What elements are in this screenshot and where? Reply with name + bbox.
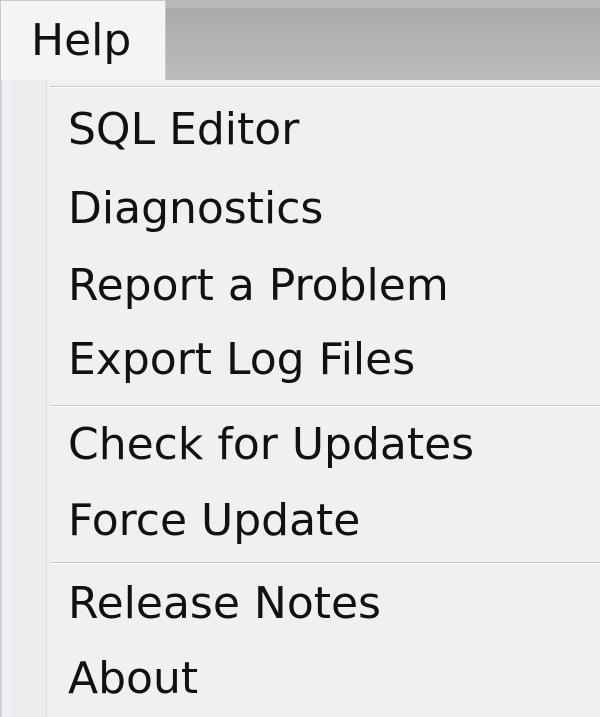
menu-bar: Help <box>0 0 600 80</box>
menu-separator <box>50 405 600 407</box>
menu-item-force-update[interactable]: Force Update <box>68 489 360 553</box>
menu-item-sql-editor[interactable]: SQL Editor <box>68 98 299 162</box>
menu-icon-gutter <box>12 80 47 717</box>
menu-separator <box>50 562 600 564</box>
menu-item-export-log-files[interactable]: Export Log Files <box>68 328 415 392</box>
menu-item-diagnostics[interactable]: Diagnostics <box>68 177 323 241</box>
menu-item-report-a-problem[interactable]: Report a Problem <box>68 254 449 318</box>
menu-item-release-notes[interactable]: Release Notes <box>68 572 381 636</box>
menu-help[interactable]: Help <box>0 0 166 80</box>
window: Help SQL Editor Diagnostics Report a Pro… <box>0 0 600 717</box>
menu-separator <box>50 86 600 88</box>
help-dropdown-menu: SQL Editor Diagnostics Report a Problem … <box>0 80 600 717</box>
menu-item-check-for-updates[interactable]: Check for Updates <box>68 413 474 477</box>
menu-item-about[interactable]: About <box>68 647 198 711</box>
menu-bar-empty-area <box>166 8 600 80</box>
